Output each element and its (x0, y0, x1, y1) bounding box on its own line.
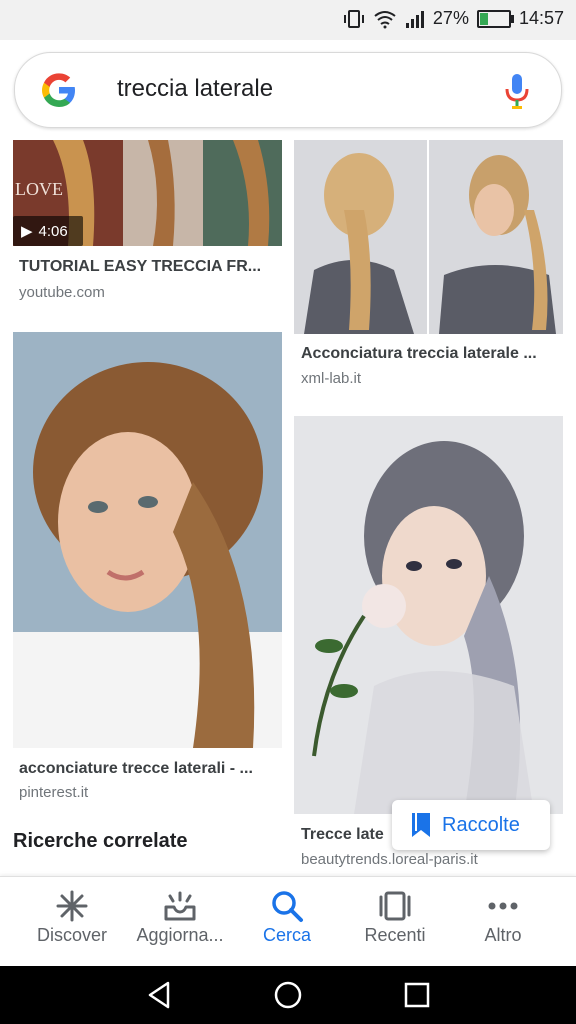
result-title[interactable]: Trecce late (301, 826, 401, 844)
play-icon: ▶ (21, 223, 33, 240)
search-query[interactable]: treccia laterale (117, 75, 273, 103)
video-duration-badge: ▶ 4:06 (13, 216, 83, 246)
google-logo (42, 73, 75, 107)
home-icon[interactable] (273, 980, 303, 1010)
result-card[interactable]: LOVE ▶ 4:06 TUTORIAL EASY TRECCIA FR... … (13, 140, 282, 310)
result-card[interactable]: acconciature trecce laterali - ... pinte… (13, 332, 282, 812)
nav-discover[interactable]: Discover (18, 887, 126, 946)
status-bar: 27% 14:57 (0, 0, 576, 40)
result-card[interactable]: Acconciatura treccia laterale ... xml-la… (294, 140, 563, 395)
battery-charging-icon (476, 9, 514, 28)
collections-label: Raccolte (442, 813, 520, 836)
bottom-navigation: Discover Aggiorna... Cerca Recenti Altro (0, 876, 576, 967)
nav-label: Recenti (364, 925, 426, 945)
related-searches-title: Ricerche correlate (13, 830, 188, 852)
overview-icon[interactable] (402, 980, 432, 1010)
result-thumbnail[interactable] (294, 140, 563, 334)
result-title[interactable]: acconciature trecce laterali - ... (19, 760, 279, 778)
system-navigation-bar (0, 966, 576, 1024)
result-thumbnail[interactable] (13, 332, 282, 748)
wifi-icon (374, 10, 396, 28)
battery-percent: 27% (432, 8, 469, 28)
mic-icon[interactable] (503, 73, 531, 109)
nav-updates[interactable]: Aggiorna... (126, 887, 234, 946)
result-thumbnail[interactable] (294, 416, 563, 814)
nav-search[interactable]: Cerca (233, 887, 341, 946)
back-icon[interactable] (144, 980, 174, 1010)
recent-cards-icon (379, 891, 411, 921)
bookmark-icon (412, 813, 430, 837)
more-dots-icon (488, 902, 518, 910)
nav-label: Aggiorna... (136, 925, 224, 945)
search-icon (272, 891, 303, 922)
clock: 14:57 (518, 8, 564, 28)
result-source: youtube.com (19, 284, 105, 301)
result-title[interactable]: TUTORIAL EASY TRECCIA FR... (19, 258, 279, 276)
nav-recent[interactable]: Recenti (341, 887, 449, 946)
collections-button[interactable]: Raccolte (392, 800, 550, 850)
asterisk-icon (56, 890, 88, 922)
nav-label: Discover (36, 925, 107, 945)
vibrate-icon (343, 9, 364, 28)
nav-more[interactable]: Altro (449, 887, 557, 946)
nav-label: Cerca (262, 925, 311, 945)
nav-label: Altro (484, 925, 522, 945)
updates-tray-icon (164, 891, 196, 921)
signal-icon (405, 10, 424, 28)
result-source: pinterest.it (19, 784, 89, 801)
svg-text:LOVE: LOVE (15, 179, 63, 199)
result-source: beautytrends.loreal-paris.it (301, 851, 478, 868)
result-title[interactable]: Acconciatura treccia laterale ... (301, 345, 561, 363)
result-source: xml-lab.it (301, 370, 362, 387)
search-bar[interactable]: treccia laterale (14, 52, 562, 128)
